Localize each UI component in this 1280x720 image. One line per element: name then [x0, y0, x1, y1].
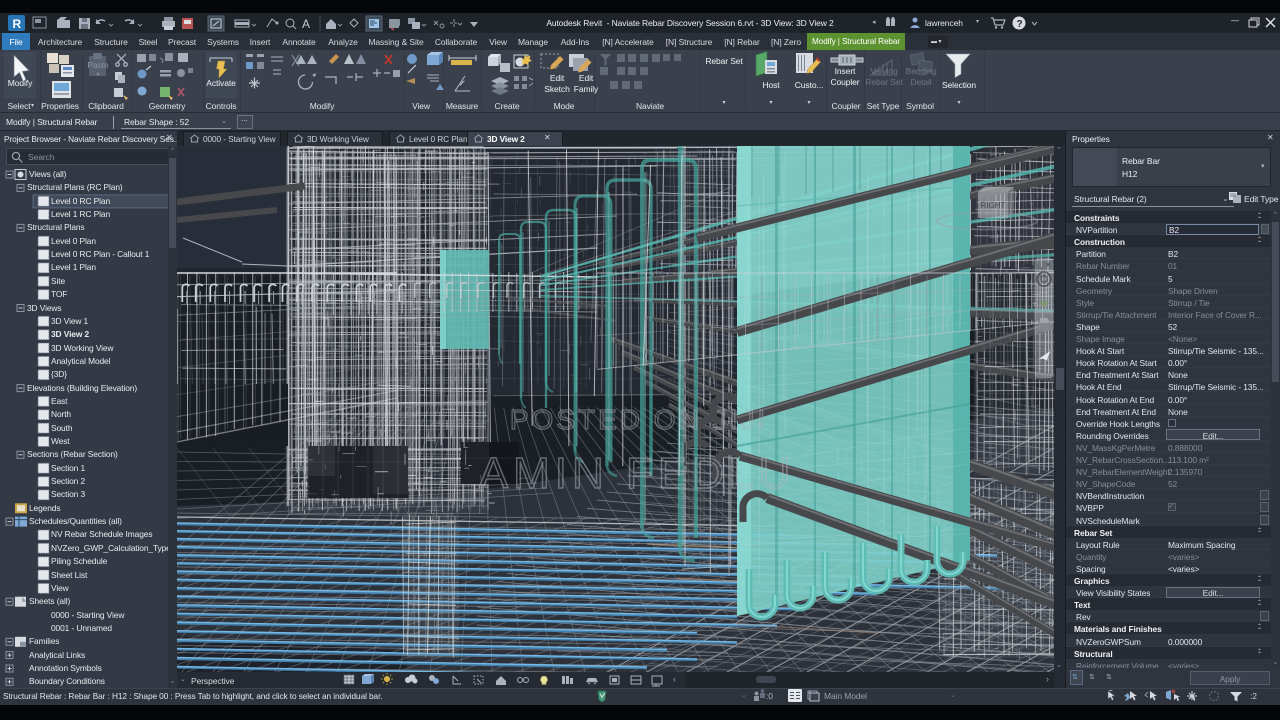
svg-text:A: A — [302, 17, 310, 31]
svg-text:AMIN FEDLU: AMIN FEDLU — [479, 449, 795, 498]
svg-text:POSTED ON JIJI: POSTED ON JIJI — [510, 404, 768, 435]
svg-text:✕: ✕ — [1045, 262, 1051, 269]
svg-text:RIGHT: RIGHT — [981, 201, 1006, 210]
svg-text:?: ? — [1017, 19, 1023, 30]
